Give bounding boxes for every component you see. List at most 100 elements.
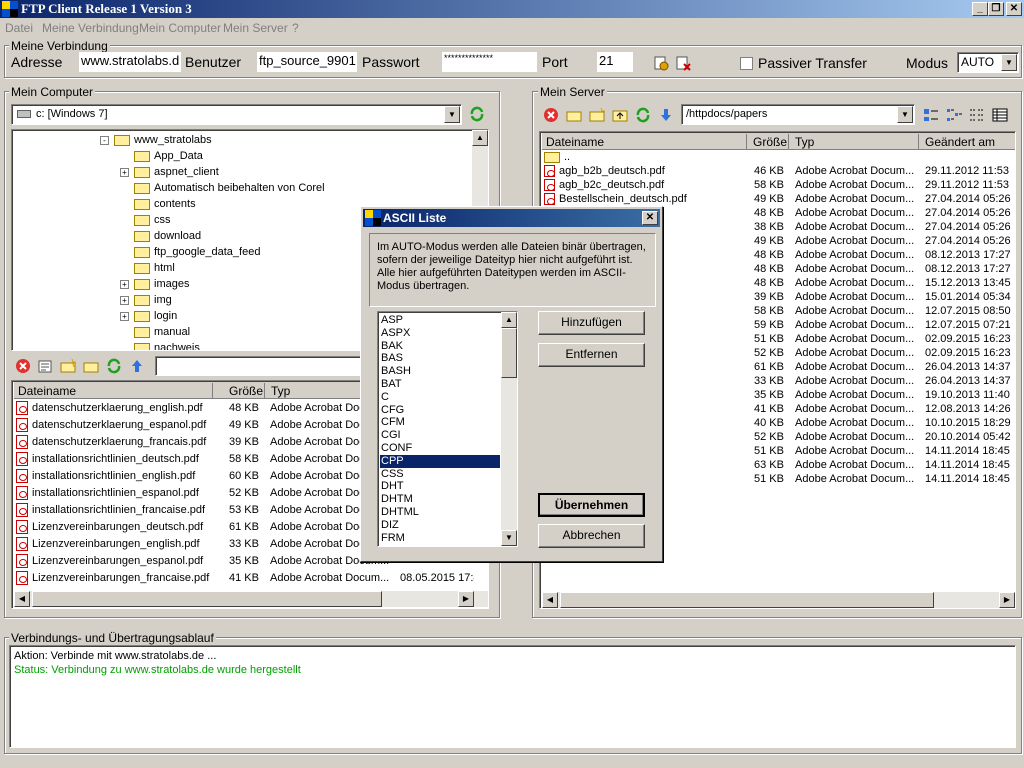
chevron-down-icon[interactable]: ▼ (897, 106, 913, 123)
menu-meine-verbindung[interactable]: Meine Verbindung (42, 21, 139, 35)
list-view-icon[interactable] (968, 106, 986, 124)
scroll-thumb[interactable] (501, 328, 517, 378)
address-input[interactable]: www.stratolabs.d (79, 52, 181, 72)
new-folder-icon[interactable] (588, 106, 606, 124)
file-type-list-scrollbar[interactable]: ▲ ▼ (501, 312, 517, 546)
local-hscrollbar[interactable]: ◀ ▶ (14, 591, 488, 607)
file-type-item[interactable]: BAK (380, 340, 500, 353)
file-type-item[interactable]: ASP (380, 314, 500, 327)
remove-button[interactable]: Entfernen (538, 343, 645, 367)
col-groesse[interactable]: Größe (225, 383, 265, 399)
tree-item[interactable]: + aspnet_client (120, 164, 219, 180)
expand-icon[interactable]: + (120, 296, 129, 305)
disconnect-icon[interactable] (674, 54, 692, 72)
menu-mein-server[interactable]: Mein Server (223, 21, 288, 35)
tree-item[interactable]: + img (120, 292, 172, 308)
table-row[interactable]: .. (542, 150, 1015, 164)
tree-item[interactable]: nachweis (120, 340, 200, 350)
menu-help[interactable]: ? (292, 21, 299, 35)
file-type-item[interactable]: CFM (380, 416, 500, 429)
apply-button[interactable]: Übernehmen (538, 493, 645, 517)
dialog-close-button[interactable]: ✕ (642, 211, 658, 225)
table-row[interactable]: Lizenzvereinbarungen_francaise.pdf 41 KB A… (14, 570, 474, 587)
tree-item[interactable]: manual (120, 324, 190, 340)
close-button[interactable]: ✕ (1006, 2, 1022, 16)
tree-item[interactable]: + login (120, 308, 177, 324)
menu-mein-computer[interactable]: Mein Computer (139, 21, 221, 35)
delete-icon[interactable] (14, 357, 32, 375)
file-type-item[interactable]: ASPX (380, 327, 500, 340)
col-groesse[interactable]: Größe (749, 134, 789, 150)
file-type-item[interactable]: DHTM (380, 493, 500, 506)
mode-select[interactable]: AUTO ▼ (957, 52, 1019, 73)
cancel-button[interactable]: Abbrechen (538, 524, 645, 548)
server-path-select[interactable]: /httpdocs/papers ▼ (681, 104, 915, 125)
expand-icon[interactable]: + (120, 168, 129, 177)
scroll-left-icon[interactable]: ◀ (542, 592, 558, 608)
tree-item[interactable]: + images (120, 276, 189, 292)
details-view-icon[interactable] (991, 106, 1009, 124)
scroll-up-icon[interactable]: ▲ (472, 130, 488, 146)
scroll-thumb[interactable] (560, 592, 934, 608)
tree-item[interactable]: download (120, 228, 201, 244)
tree-item[interactable]: App_Data (120, 148, 203, 164)
scroll-left-icon[interactable]: ◀ (14, 591, 30, 607)
parent-folder-icon[interactable] (611, 106, 629, 124)
file-type-item[interactable]: C (380, 391, 500, 404)
file-type-item[interactable]: CFG (380, 404, 500, 417)
file-type-item[interactable]: CONF (380, 442, 500, 455)
file-type-list[interactable]: ASP ASPX BAK BAS BASH BAT C CFG CFM CGI CONF CPP CSS… (377, 311, 518, 547)
new-folder-icon[interactable] (59, 357, 77, 375)
col-geaendert[interactable]: Geändert am (921, 134, 1015, 150)
col-typ[interactable]: Typ (791, 134, 919, 150)
open-folder-icon[interactable] (82, 357, 100, 375)
tree-item[interactable]: css (120, 212, 171, 228)
scroll-up-icon[interactable]: ▲ (501, 312, 517, 328)
large-icons-view-icon[interactable] (922, 106, 940, 124)
expand-icon[interactable]: + (120, 280, 129, 289)
refresh-icon[interactable] (105, 357, 123, 375)
download-icon[interactable] (657, 106, 675, 124)
file-type-item[interactable]: FRM (380, 532, 500, 545)
table-row[interactable]: agb_b2b_deutsch.pdf 46 KB Adobe Acrobat Do… (542, 164, 1015, 178)
expand-icon[interactable]: + (120, 312, 129, 321)
chevron-down-icon[interactable]: ▼ (1001, 54, 1017, 71)
small-icons-view-icon[interactable] (945, 106, 963, 124)
upload-icon[interactable] (128, 357, 146, 375)
file-type-item[interactable]: BASH (380, 365, 500, 378)
tree-item[interactable]: Automatisch beibehalten von Corel (120, 180, 325, 196)
properties-icon[interactable] (36, 357, 54, 375)
file-type-item[interactable]: CPP (380, 454, 500, 468)
local-filter-input[interactable] (155, 356, 365, 376)
file-type-item[interactable]: DIZ (380, 519, 500, 532)
user-input[interactable]: ftp_source_9901 (257, 52, 357, 72)
scroll-right-icon[interactable]: ▶ (458, 591, 474, 607)
port-input[interactable]: 21 (597, 52, 633, 72)
drive-select[interactable]: c: [Windows 7] ▼ (11, 104, 462, 125)
delete-icon[interactable] (542, 106, 560, 124)
scroll-right-icon[interactable]: ▶ (999, 592, 1015, 608)
tree-item[interactable]: contents (120, 196, 196, 212)
password-input[interactable]: ************** (442, 52, 537, 72)
open-folder-icon[interactable] (565, 106, 583, 124)
minimize-button[interactable]: _ (972, 2, 988, 16)
menu-datei[interactable]: Datei (5, 21, 33, 35)
passive-transfer-checkbox[interactable] (740, 57, 753, 70)
col-dateiname[interactable]: Dateiname (14, 383, 213, 399)
file-type-item[interactable]: BAT (380, 378, 500, 391)
log-output[interactable]: Aktion: Verbinde mit www.stratolabs.de .… (9, 645, 1016, 748)
connect-icon[interactable] (652, 54, 670, 72)
file-type-item[interactable]: DHT (380, 480, 500, 493)
collapse-icon[interactable]: - (100, 136, 109, 145)
tree-item[interactable]: ftp_google_data_feed (120, 244, 260, 260)
table-row[interactable]: Bestellschein_deutsch.pdf 49 KB Adobe Acro… (542, 192, 1015, 206)
file-type-item[interactable]: BAS (380, 352, 500, 365)
server-hscrollbar[interactable]: ◀ ▶ (542, 592, 1015, 608)
file-type-item[interactable]: CGI (380, 429, 500, 442)
restore-button[interactable]: ❐ (988, 2, 1004, 16)
table-row[interactable]: agb_b2c_deutsch.pdf 58 KB Adobe Acrobat Do… (542, 178, 1015, 192)
refresh-icon[interactable] (634, 106, 652, 124)
tree-item[interactable]: html (120, 260, 175, 276)
scroll-down-icon[interactable]: ▼ (501, 530, 517, 546)
tree-item[interactable]: - www_stratolabs (100, 132, 212, 148)
